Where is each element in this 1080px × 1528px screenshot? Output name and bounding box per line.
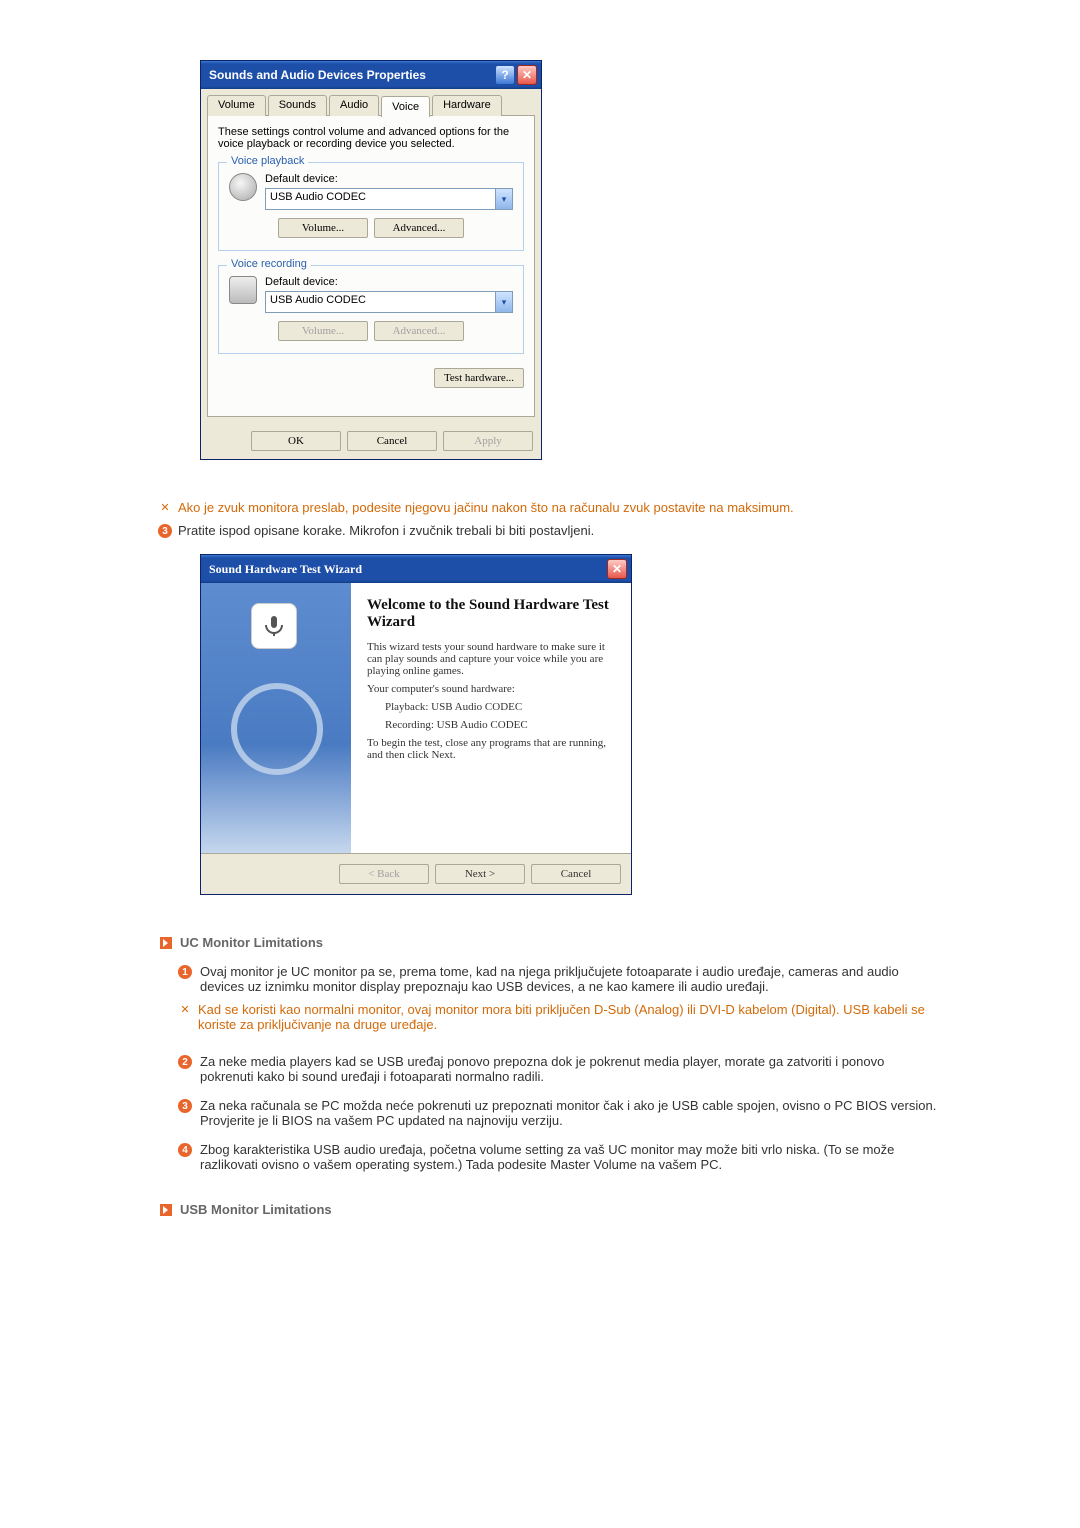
num-badge-1: 1 xyxy=(178,965,192,979)
dialog-title: Sounds and Audio Devices Properties xyxy=(209,68,426,82)
uc-item-1-note: Kad se koristi kao normalni monitor, ova… xyxy=(198,1002,940,1032)
apply-button[interactable]: Apply xyxy=(443,431,533,451)
headphones-icon xyxy=(231,683,323,775)
cross-icon xyxy=(178,1002,192,1032)
playback-advanced-button[interactable]: Advanced... xyxy=(374,218,464,238)
tab-audio[interactable]: Audio xyxy=(329,95,379,116)
chevron-down-icon[interactable]: ▾ xyxy=(495,292,512,312)
tab-strip: Volume Sounds Audio Voice Hardware xyxy=(207,95,535,116)
wizard-begin-text: To begin the test, close any programs th… xyxy=(367,737,615,761)
uc-item-3: 3 Za neka računala se PC možda neće pokr… xyxy=(178,1098,940,1128)
wizard-heading: Welcome to the Sound Hardware Test Wizar… xyxy=(367,597,615,631)
section-title: UC Monitor Limitations xyxy=(180,935,323,950)
note-max-volume: Ako je zvuk monitora preslab, podesite n… xyxy=(158,500,940,515)
tab-sounds[interactable]: Sounds xyxy=(268,95,327,116)
sound-test-wizard: Sound Hardware Test Wizard ✕ Welcome to … xyxy=(200,554,632,895)
wizard-hardware-label: Your computer's sound hardware: xyxy=(367,683,615,695)
uc-item-1: 1 Ovaj monitor je UC monitor pa se, prem… xyxy=(178,964,940,1040)
uc-item-2: 2 Za neke media players kad se USB uređa… xyxy=(178,1054,940,1084)
step-3-text: Pratite ispod opisane korake. Mikrofon i… xyxy=(178,523,594,538)
num-badge-2: 2 xyxy=(178,1055,192,1069)
recording-device-value: USB Audio CODEC xyxy=(266,292,495,312)
microphone-icon xyxy=(251,603,297,649)
wizard-title: Sound Hardware Test Wizard xyxy=(209,562,362,577)
speaker-icon xyxy=(229,173,257,201)
uc-item-4: 4 Zbog karakteristika USB audio uređaja,… xyxy=(178,1142,940,1172)
wizard-recording-value: Recording: USB Audio CODEC xyxy=(385,719,615,731)
section-usb-limitations: USB Monitor Limitations xyxy=(160,1202,940,1217)
recording-legend: Voice recording xyxy=(227,258,311,270)
wizard-playback-value: Playback: USB Audio CODEC xyxy=(385,701,615,713)
ok-button[interactable]: OK xyxy=(251,431,341,451)
cancel-button[interactable]: Cancel xyxy=(531,864,621,884)
audio-properties-dialog: Sounds and Audio Devices Properties ? ✕ … xyxy=(200,60,542,460)
tab-panel-voice: These settings control volume and advanc… xyxy=(207,115,535,417)
num-badge-3: 3 xyxy=(178,1099,192,1113)
playback-volume-button[interactable]: Volume... xyxy=(278,218,368,238)
uc-item-2-text: Za neke media players kad se USB uređaj … xyxy=(200,1054,940,1084)
playback-device-label: Default device: xyxy=(265,173,513,185)
voice-description: These settings control volume and advanc… xyxy=(218,126,524,150)
cancel-button[interactable]: Cancel xyxy=(347,431,437,451)
recording-device-dropdown[interactable]: USB Audio CODEC ▾ xyxy=(265,291,513,313)
wizard-intro-text: This wizard tests your sound hardware to… xyxy=(367,641,615,677)
playback-device-value: USB Audio CODEC xyxy=(266,189,495,209)
playback-legend: Voice playback xyxy=(227,155,308,167)
recording-volume-button[interactable]: Volume... xyxy=(278,321,368,341)
close-icon[interactable]: ✕ xyxy=(607,559,627,579)
chevron-down-icon[interactable]: ▾ xyxy=(495,189,512,209)
num-badge-4: 4 xyxy=(178,1143,192,1157)
dialog-titlebar: Sounds and Audio Devices Properties ? ✕ xyxy=(201,61,541,89)
recording-device-label: Default device: xyxy=(265,276,513,288)
test-hardware-button[interactable]: Test hardware... xyxy=(434,368,524,388)
microphone-icon xyxy=(229,276,257,304)
step-badge-3: 3 xyxy=(158,524,172,538)
wizard-footer: < Back Next > Cancel xyxy=(201,853,631,894)
tab-voice[interactable]: Voice xyxy=(381,96,430,117)
wizard-main: Welcome to the Sound Hardware Test Wizar… xyxy=(351,583,631,853)
close-icon[interactable]: ✕ xyxy=(517,65,537,85)
step-3-row: 3 Pratite ispod opisane korake. Mikrofon… xyxy=(158,523,940,538)
voice-playback-group: Voice playback Default device: USB Audio… xyxy=(218,162,524,251)
uc-item-3-text: Za neka računala se PC možda neće pokren… xyxy=(200,1098,940,1128)
playback-device-dropdown[interactable]: USB Audio CODEC ▾ xyxy=(265,188,513,210)
uc-item-1-text: Ovaj monitor je UC monitor pa se, prema … xyxy=(200,964,940,994)
note-text: Ako je zvuk monitora preslab, podesite n… xyxy=(178,500,794,515)
dialog-footer: OK Cancel Apply xyxy=(201,423,541,459)
section-uc-limitations: UC Monitor Limitations xyxy=(160,935,940,950)
voice-recording-group: Voice recording Default device: USB Audi… xyxy=(218,265,524,354)
section-title: USB Monitor Limitations xyxy=(180,1202,332,1217)
wizard-side-graphic xyxy=(201,583,351,853)
wizard-titlebar: Sound Hardware Test Wizard ✕ xyxy=(201,555,631,583)
tab-hardware[interactable]: Hardware xyxy=(432,95,502,116)
cross-icon xyxy=(158,500,172,515)
arrow-icon xyxy=(160,937,172,949)
arrow-icon xyxy=(160,1204,172,1216)
recording-advanced-button[interactable]: Advanced... xyxy=(374,321,464,341)
next-button[interactable]: Next > xyxy=(435,864,525,884)
uc-item-4-text: Zbog karakteristika USB audio uređaja, p… xyxy=(200,1142,940,1172)
tab-volume[interactable]: Volume xyxy=(207,95,266,116)
help-icon[interactable]: ? xyxy=(495,65,515,85)
back-button[interactable]: < Back xyxy=(339,864,429,884)
